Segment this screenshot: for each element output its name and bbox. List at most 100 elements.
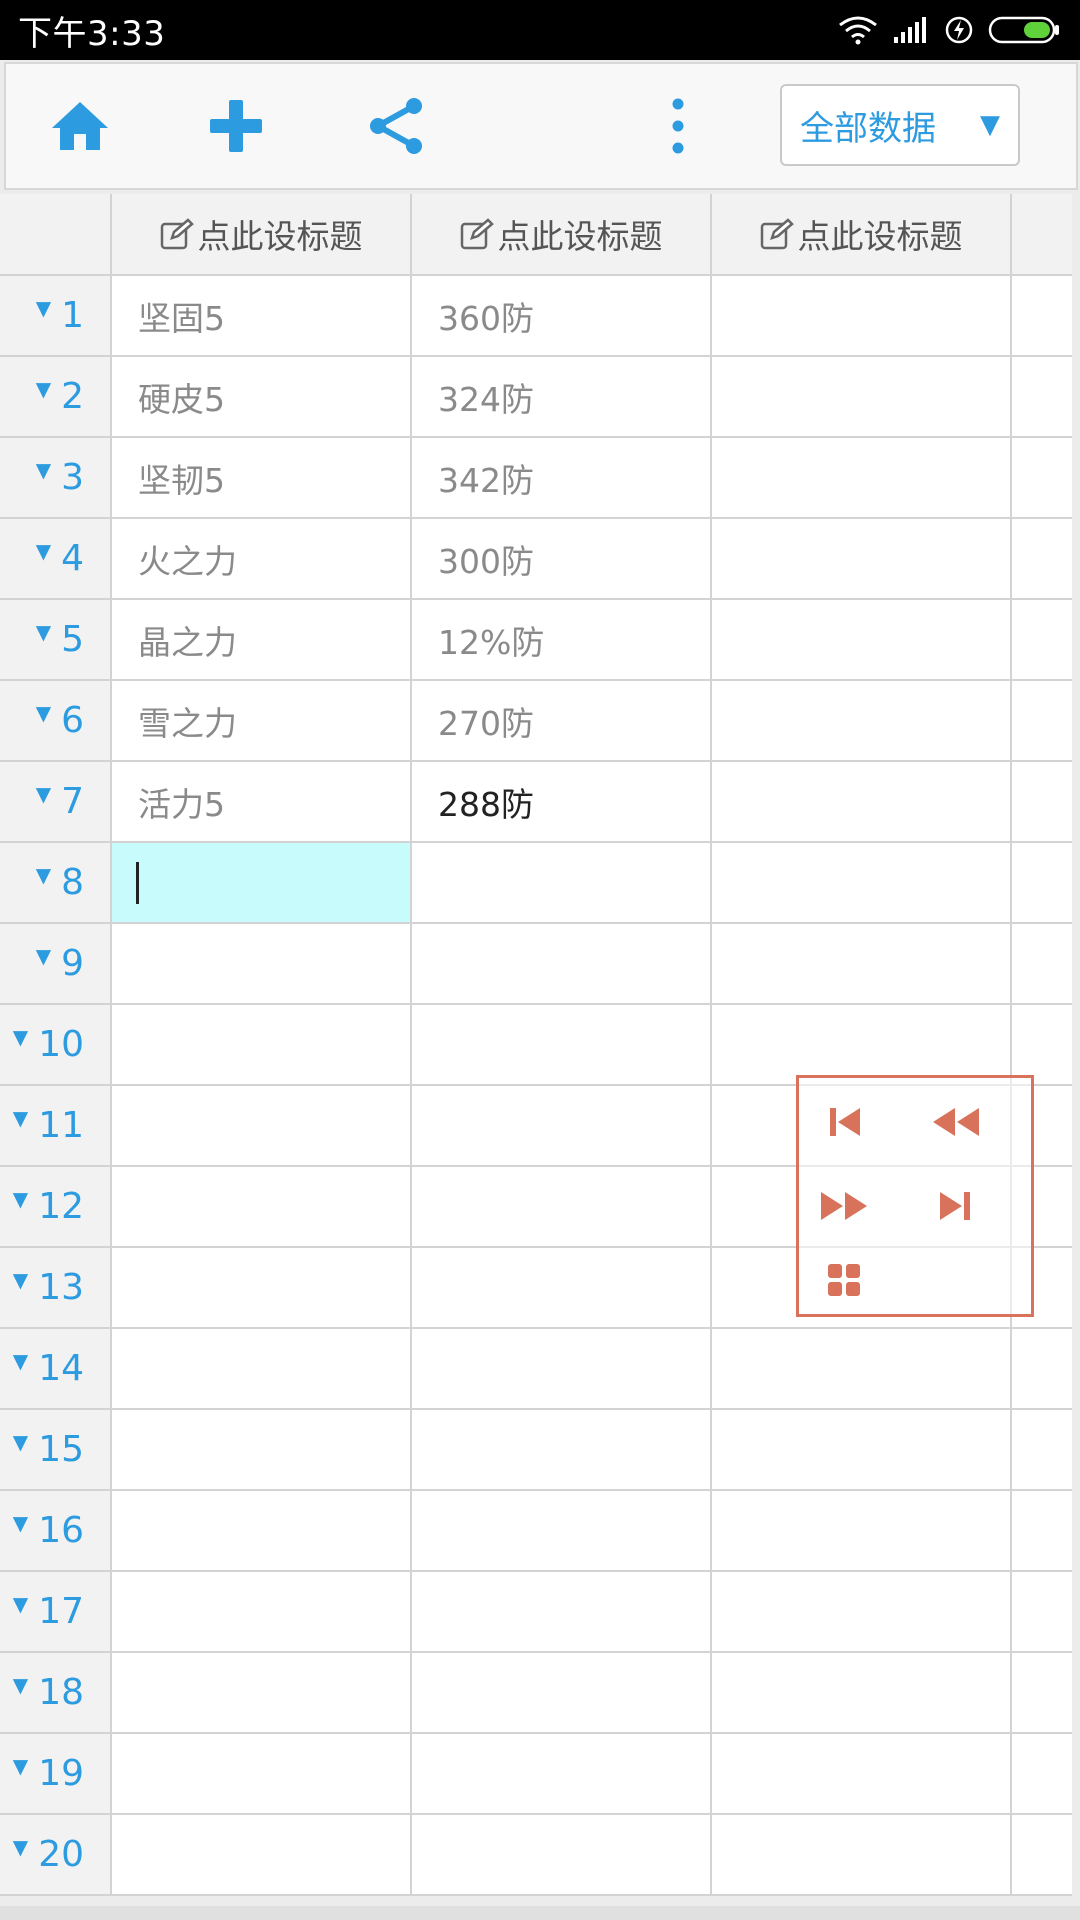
table-cell[interactable] [712, 1005, 1012, 1086]
table-cell[interactable] [112, 1410, 412, 1491]
table-cell[interactable] [412, 1491, 712, 1572]
grid-menu-button[interactable] [809, 1250, 879, 1310]
row-header-17[interactable]: ▼ 17 [0, 1572, 112, 1653]
table-cell[interactable] [112, 1653, 412, 1734]
table-cell[interactable] [712, 1491, 1012, 1572]
table-cell[interactable] [712, 1815, 1012, 1896]
row-header-3[interactable]: ▼ 3 [0, 438, 112, 519]
table-cell[interactable]: 坚韧5 [112, 438, 412, 519]
toolbar: 全部数据 ▼ [4, 62, 1078, 190]
row-header-5[interactable]: ▼ 5 [0, 600, 112, 681]
table-cell[interactable] [712, 843, 1012, 924]
table-cell[interactable] [112, 1005, 412, 1086]
row-header-13[interactable]: ▼ 13 [0, 1248, 112, 1329]
table-cell[interactable] [112, 1329, 412, 1410]
row-header-11[interactable]: ▼ 11 [0, 1086, 112, 1167]
column-header-3[interactable]: 点此设标题 [712, 194, 1012, 276]
table-cell[interactable]: 活力5 [112, 762, 412, 843]
table-cell[interactable] [712, 681, 1012, 762]
table-cell[interactable]: 12%防 [412, 600, 712, 681]
row-header-19[interactable]: ▼ 19 [0, 1734, 112, 1815]
row-header-14[interactable]: ▼ 14 [0, 1329, 112, 1410]
table-cell[interactable] [412, 924, 712, 1005]
table-cell[interactable] [712, 357, 1012, 438]
next-page-button[interactable] [809, 1176, 879, 1236]
table-cell[interactable] [112, 1572, 412, 1653]
table-cell[interactable] [412, 1248, 712, 1329]
row-header-6[interactable]: ▼ 6 [0, 681, 112, 762]
first-page-button[interactable] [809, 1092, 879, 1152]
add-button[interactable] [196, 86, 276, 166]
table-cell[interactable] [112, 843, 412, 924]
table-cell[interactable] [412, 1410, 712, 1491]
table-cell[interactable]: 270防 [412, 681, 712, 762]
table-cell[interactable] [412, 1653, 712, 1734]
table-cell[interactable] [712, 762, 1012, 843]
row-header-1[interactable]: ▼ 1 [0, 276, 112, 357]
table-cell[interactable] [712, 276, 1012, 357]
row-header-8[interactable]: ▼ 8 [0, 843, 112, 924]
table-cell[interactable] [712, 1734, 1012, 1815]
table-cell[interactable]: 300防 [412, 519, 712, 600]
last-icon [940, 1192, 970, 1220]
edit-icon [460, 218, 494, 250]
table-cell[interactable] [112, 924, 412, 1005]
table-cell[interactable]: 雪之力 [112, 681, 412, 762]
last-page-button[interactable] [921, 1176, 991, 1236]
table-cell[interactable] [712, 438, 1012, 519]
row-header-16[interactable]: ▼ 16 [0, 1491, 112, 1572]
table-cell[interactable] [412, 1167, 712, 1248]
table-cell[interactable] [112, 1086, 412, 1167]
previous-page-button[interactable] [921, 1092, 991, 1152]
data-filter-dropdown[interactable]: 全部数据 ▼ [780, 84, 1020, 166]
table-cell[interactable] [412, 1734, 712, 1815]
share-button[interactable] [356, 86, 436, 166]
table-cell[interactable] [712, 924, 1012, 1005]
table-cell[interactable] [712, 600, 1012, 681]
table-cell[interactable] [412, 1329, 712, 1410]
table-cell[interactable] [712, 519, 1012, 600]
row-header-10[interactable]: ▼ 10 [0, 1005, 112, 1086]
triangle-down-icon: ▼ [12, 1267, 29, 1292]
table-cell[interactable] [112, 1734, 412, 1815]
row-header-15[interactable]: ▼ 15 [0, 1410, 112, 1491]
table-cell[interactable]: 坚固5 [112, 276, 412, 357]
table-cell-overflow [1012, 357, 1072, 438]
row-number: 7 [61, 781, 84, 822]
row-header-4[interactable]: ▼ 4 [0, 519, 112, 600]
table-cell[interactable]: 342防 [412, 438, 712, 519]
triangle-down-icon: ▼ [35, 943, 52, 968]
table-cell[interactable] [412, 1572, 712, 1653]
row-header-18[interactable]: ▼ 18 [0, 1653, 112, 1734]
table-cell[interactable] [112, 1491, 412, 1572]
row-header-7[interactable]: ▼ 7 [0, 762, 112, 843]
row-header-12[interactable]: ▼ 12 [0, 1167, 112, 1248]
row-header-20[interactable]: ▼ 20 [0, 1815, 112, 1896]
table-cell[interactable] [712, 1653, 1012, 1734]
table-cell[interactable] [112, 1815, 412, 1896]
row-number: 2 [61, 376, 84, 417]
table-cell[interactable]: 硬皮5 [112, 357, 412, 438]
table-cell[interactable] [412, 1815, 712, 1896]
column-header-1[interactable]: 点此设标题 [112, 194, 412, 276]
table-cell[interactable] [712, 1410, 1012, 1491]
table-cell[interactable] [112, 1167, 412, 1248]
home-button[interactable] [40, 86, 120, 166]
table-cell[interactable]: 360防 [412, 276, 712, 357]
table-cell[interactable]: 324防 [412, 357, 712, 438]
table-cell[interactable] [412, 1086, 712, 1167]
table-cell[interactable]: 288防 [412, 762, 712, 843]
table-cell[interactable]: 火之力 [112, 519, 412, 600]
triangle-down-icon: ▼ [12, 1672, 29, 1697]
table-cell[interactable]: 晶之力 [112, 600, 412, 681]
row-header-9[interactable]: ▼ 9 [0, 924, 112, 1005]
table-cell[interactable] [412, 843, 712, 924]
column-header-2[interactable]: 点此设标题 [412, 194, 712, 276]
table-cell[interactable] [412, 1005, 712, 1086]
table-cell[interactable] [712, 1329, 1012, 1410]
row-header-2[interactable]: ▼ 2 [0, 357, 112, 438]
table-cell[interactable] [712, 1572, 1012, 1653]
triangle-down-icon: ▼ [12, 1834, 29, 1859]
more-button[interactable] [638, 86, 718, 166]
table-cell[interactable] [112, 1248, 412, 1329]
